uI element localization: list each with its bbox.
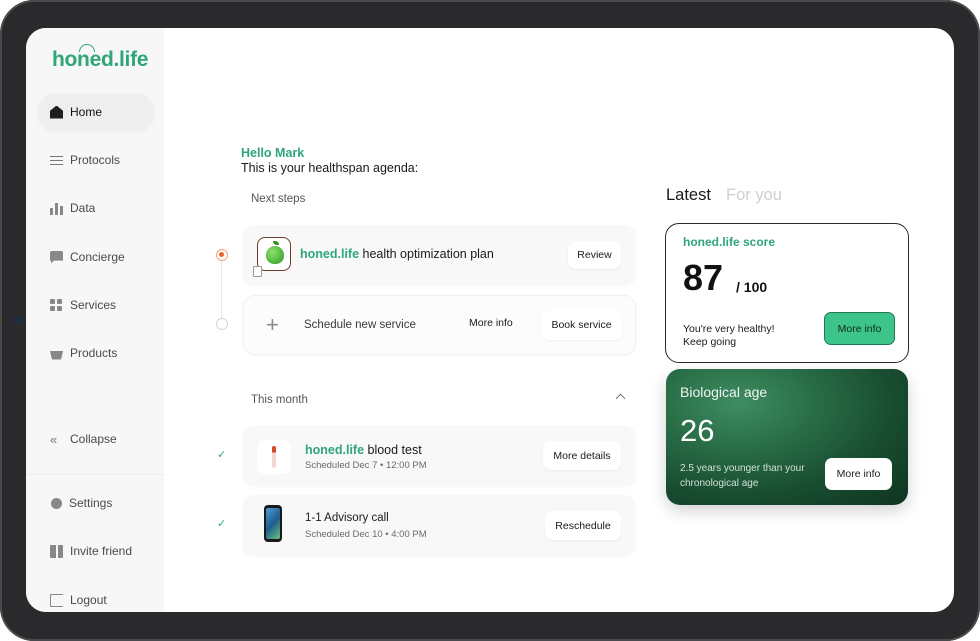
tablet-frame: honed.life Home Protocols Data Concierge… — [0, 0, 980, 641]
basket-icon — [50, 351, 63, 360]
sidebar: honed.life Home Protocols Data Concierge… — [26, 28, 164, 612]
phone-screen-icon — [266, 508, 280, 539]
sidebar-item-label: Protocols — [70, 153, 121, 167]
sidebar-item-services[interactable]: Services — [38, 287, 154, 323]
logo[interactable]: honed.life — [52, 48, 148, 72]
greeting-name: Hello Mark — [241, 146, 305, 160]
sidebar-item-products[interactable]: Products — [38, 335, 154, 371]
plan-thumbnail — [257, 237, 291, 271]
plan-title-text: health optimization plan — [359, 247, 494, 261]
chevron-up-icon[interactable] — [615, 393, 626, 404]
sidebar-item-label: Products — [70, 346, 118, 360]
schedule-service-title: Schedule new service — [304, 319, 416, 331]
sidebar-item-label: Logout — [70, 593, 107, 607]
plan-card[interactable]: honed.life health optimization plan Revi… — [243, 225, 636, 285]
timeline-line — [221, 260, 222, 318]
sidebar-divider — [26, 474, 164, 475]
schedule-service-card[interactable]: Schedule new service More info Book serv… — [243, 295, 636, 355]
test-tube-icon — [272, 446, 276, 468]
blood-tube-thumbnail — [257, 440, 291, 474]
sidebar-item-concierge[interactable]: Concierge — [38, 239, 154, 275]
more-details-button[interactable]: More details — [543, 441, 621, 470]
list-icon — [50, 154, 63, 167]
next-steps-label: Next steps — [251, 193, 306, 205]
apple-icon — [266, 246, 284, 264]
more-info-link[interactable]: More info — [469, 317, 513, 329]
collapse-label: Collapse — [70, 432, 117, 446]
blood-test-meta: Scheduled Dec 7 • 12:00 PM — [305, 460, 427, 471]
bio-more-info-button[interactable]: More info — [825, 458, 892, 490]
score-value: 87 — [683, 257, 724, 298]
app-screen: honed.life Home Protocols Data Concierge… — [26, 28, 954, 612]
score-more-info-button[interactable]: More info — [824, 312, 895, 345]
check-icon: ✓ — [217, 449, 227, 461]
gear-icon — [51, 497, 62, 509]
reschedule-button[interactable]: Reschedule — [545, 511, 621, 540]
tab-for-you[interactable]: For you — [726, 186, 782, 205]
sidebar-item-label: Home — [70, 105, 103, 119]
book-service-button[interactable]: Book service — [541, 310, 622, 340]
sidebar-item-label: Invite friend — [70, 544, 133, 558]
plus-icon: + — [266, 312, 279, 337]
advisory-call-card[interactable]: 1-1 Advisory call Scheduled Dec 10 • 4:0… — [243, 495, 636, 556]
bio-age-title: Biological age — [680, 384, 768, 400]
plan-brand: honed.life — [300, 247, 360, 261]
sidebar-item-label: Data — [70, 201, 96, 215]
sidebar-item-invite-friend[interactable]: Invite friend — [38, 533, 154, 569]
double-chevron-left-icon: « — [50, 431, 58, 447]
greeting-subtitle: This is your healthspan agenda: — [241, 161, 419, 175]
check-icon: ✓ — [217, 518, 227, 530]
sidebar-item-home[interactable]: Home — [38, 94, 154, 130]
active-step-indicator — [216, 249, 228, 261]
phone-thumbnail — [264, 505, 282, 542]
blood-test-brand: honed.life — [305, 443, 365, 457]
blood-test-card[interactable]: honed.life blood test Scheduled Dec 7 • … — [243, 426, 636, 486]
blood-test-title-text: blood test — [364, 443, 422, 457]
document-icon — [253, 266, 262, 277]
home-icon — [50, 105, 63, 119]
score-max: / 100 — [736, 279, 768, 295]
score-message: You're very healthy! Keep going — [683, 323, 775, 348]
advisory-call-meta: Scheduled Dec 10 • 4:00 PM — [305, 529, 427, 540]
this-month-label: This month — [251, 394, 308, 406]
bio-age-value: 26 — [680, 413, 715, 448]
bio-age-message: 2.5 years younger than your chronologica… — [680, 463, 805, 489]
sidebar-item-label: Settings — [69, 496, 113, 510]
sidebar-item-data[interactable]: Data — [38, 190, 154, 226]
logout-icon — [50, 593, 63, 607]
chat-icon — [50, 250, 63, 264]
score-title: honed.life score — [683, 235, 776, 249]
advisory-call-title: 1-1 Advisory call — [305, 512, 389, 524]
plan-title: honed.life health optimization plan — [300, 247, 494, 261]
sidebar-item-settings[interactable]: Settings — [38, 485, 154, 521]
bar-chart-icon — [50, 202, 63, 215]
score-card: honed.life score 87 / 100 You're very he… — [665, 223, 909, 363]
sidebar-item-protocols[interactable]: Protocols — [38, 142, 154, 178]
sidebar-item-label: Concierge — [70, 250, 125, 264]
review-button[interactable]: Review — [568, 241, 621, 269]
blood-test-title: honed.life blood test — [305, 443, 422, 457]
collapse-button[interactable]: « Collapse — [38, 421, 154, 457]
camera-dot — [13, 316, 21, 324]
sidebar-item-logout[interactable]: Logout — [38, 582, 154, 612]
tab-latest[interactable]: Latest — [666, 186, 711, 205]
apple-leaf-icon — [273, 241, 279, 245]
biological-age-card: Biological age 26 2.5 years younger than… — [666, 369, 908, 505]
sidebar-item-label: Services — [70, 298, 117, 312]
grid-icon — [50, 298, 63, 312]
pending-step-indicator — [216, 318, 228, 330]
gift-icon — [50, 544, 63, 558]
